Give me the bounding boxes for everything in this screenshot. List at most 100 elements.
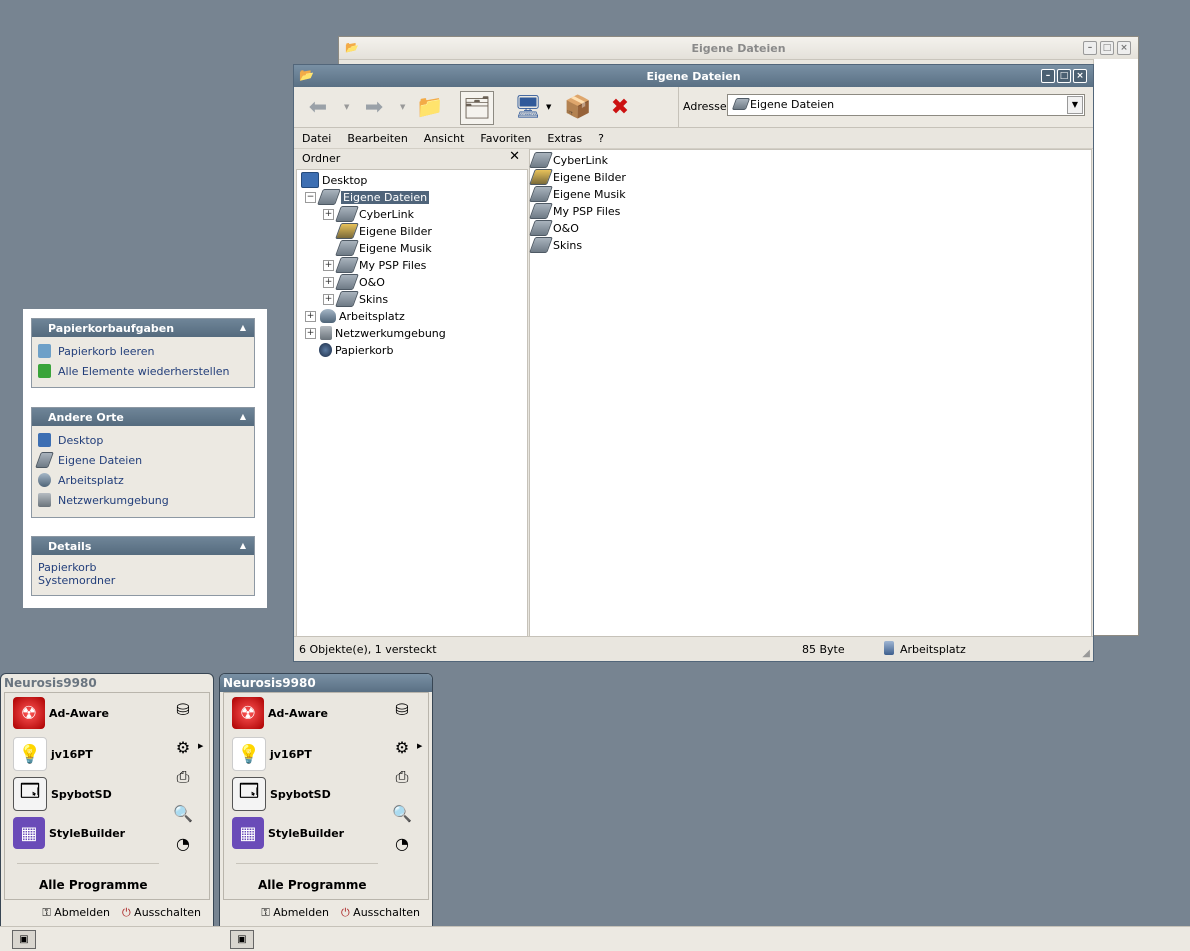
forward-arrow-icon[interactable]: ➡ bbox=[358, 91, 390, 123]
program-spybotsd[interactable]: 🗔 SpybotSD bbox=[13, 777, 112, 811]
program-stylebuilder[interactable]: ▦ StyleBuilder bbox=[232, 817, 344, 849]
expand-icon[interactable]: + bbox=[305, 327, 316, 339]
collapse-icon[interactable]: − bbox=[305, 191, 316, 203]
tree-node-oo[interactable]: + O&O bbox=[323, 274, 385, 290]
control-panel-icon[interactable]: ⚙ bbox=[171, 735, 195, 759]
address-field[interactable]: Eigene Dateien ▼ bbox=[727, 94, 1085, 116]
section-header[interactable]: Andere Orte ▲ bbox=[32, 408, 254, 426]
close-button[interactable]: × bbox=[1073, 69, 1087, 83]
maximize-button[interactable]: □ bbox=[1057, 69, 1071, 83]
details-type: Systemordner bbox=[38, 574, 116, 587]
background-window-titlebar[interactable]: 📂 Eigene Dateien – □ × bbox=[339, 37, 1138, 60]
address-dropdown-button[interactable]: ▼ bbox=[1067, 96, 1083, 114]
control-panel-icon[interactable]: ⚙ bbox=[390, 735, 414, 759]
start-button[interactable]: ▣ bbox=[12, 930, 36, 949]
tree-node-skins[interactable]: + Skins bbox=[323, 291, 388, 307]
status-location: Arbeitsplatz bbox=[900, 643, 966, 656]
tree-node-desktop[interactable]: Desktop bbox=[301, 172, 367, 188]
tree-node-cyberlink[interactable]: + CyberLink bbox=[323, 206, 414, 222]
program-ad-aware[interactable]: ☢ Ad-Aware bbox=[232, 697, 328, 729]
tree-node-my-computer[interactable]: + Arbeitsplatz bbox=[305, 308, 405, 324]
expand-icon[interactable]: + bbox=[323, 276, 334, 288]
menu-datei[interactable]: Datei bbox=[294, 132, 339, 145]
back-arrow-icon[interactable]: ⬅ bbox=[302, 91, 334, 123]
move-to-folder-icon[interactable]: 📦 bbox=[562, 91, 594, 123]
delete-icon[interactable]: ✖ bbox=[604, 91, 636, 123]
file-item-my-psp-files[interactable]: My PSP Files bbox=[529, 203, 620, 219]
run-icon[interactable]: ◔ bbox=[390, 831, 414, 855]
start-button[interactable]: ▣ bbox=[230, 930, 254, 949]
divider bbox=[17, 863, 159, 864]
printers-icon[interactable]: ⎙ bbox=[390, 765, 414, 789]
my-computer-icon[interactable]: ⛁ bbox=[171, 697, 195, 721]
stylebuilder-icon: ▦ bbox=[13, 817, 45, 849]
view-mode-icon[interactable]: 🖥 bbox=[512, 91, 544, 123]
task-restore-all[interactable]: Alle Elemente wiederherstellen bbox=[32, 361, 254, 381]
file-item-oo[interactable]: O&O bbox=[529, 220, 579, 236]
place-my-computer[interactable]: Arbeitsplatz bbox=[32, 470, 254, 490]
tree-node-recycle-bin[interactable]: Papierkorb bbox=[319, 342, 393, 358]
minimize-button[interactable]: – bbox=[1083, 41, 1097, 55]
maximize-button[interactable]: □ bbox=[1100, 41, 1114, 55]
file-item-my-music[interactable]: Eigene Musik bbox=[529, 186, 626, 202]
forward-dropdown-icon[interactable]: ▼ bbox=[400, 103, 405, 111]
tree-node-my-pictures[interactable]: Eigene Bilder bbox=[335, 223, 432, 239]
status-size: 85 Byte bbox=[802, 643, 845, 656]
collapse-arrow-icon[interactable]: ▲ bbox=[240, 541, 246, 550]
tree-node-network[interactable]: + Netzwerkumgebung bbox=[305, 325, 446, 341]
program-spybotsd[interactable]: 🗔 SpybotSD bbox=[232, 777, 331, 811]
task-empty-recycle-bin[interactable]: Papierkorb leeren bbox=[32, 341, 254, 361]
explorer-titlebar[interactable]: 📂 Eigene Dateien – □ × bbox=[294, 65, 1093, 87]
menu-extras[interactable]: Extras bbox=[539, 132, 590, 145]
collapse-arrow-icon[interactable]: ▲ bbox=[240, 412, 246, 421]
explorer-window[interactable]: 📂 Eigene Dateien – □ × ⬅ ▼ ➡ ▼ 📁 🗂 🖥 ▼ 📦… bbox=[293, 64, 1094, 662]
file-list[interactable]: CyberLink Eigene Bilder Eigene Musik My … bbox=[529, 149, 1092, 637]
file-item-cyberlink[interactable]: CyberLink bbox=[529, 152, 608, 168]
network-icon bbox=[320, 326, 332, 340]
expand-icon[interactable]: + bbox=[323, 208, 334, 220]
collapse-arrow-icon[interactable]: ▲ bbox=[240, 323, 246, 332]
place-my-documents[interactable]: Eigene Dateien bbox=[32, 450, 254, 470]
run-icon[interactable]: ◔ bbox=[171, 831, 195, 855]
folder-up-icon[interactable]: 📁 bbox=[414, 91, 446, 123]
logoff-button[interactable]: ⚿ Abmelden bbox=[261, 906, 329, 920]
back-dropdown-icon[interactable]: ▼ bbox=[344, 103, 349, 111]
logoff-button[interactable]: ⚿ Abmelden bbox=[42, 906, 110, 920]
my-computer-icon[interactable]: ⛁ bbox=[390, 697, 414, 721]
search-icon[interactable]: 🔍 bbox=[390, 801, 414, 825]
menu-ansicht[interactable]: Ansicht bbox=[416, 132, 473, 145]
shutdown-button[interactable]: ⏻ Ausschalten bbox=[122, 906, 201, 920]
program-stylebuilder[interactable]: ▦ StyleBuilder bbox=[13, 817, 125, 849]
program-ad-aware[interactable]: ☢ Ad-Aware bbox=[13, 697, 109, 729]
tree-node-my-psp-files[interactable]: + My PSP Files bbox=[323, 257, 426, 273]
close-button[interactable]: × bbox=[1117, 41, 1131, 55]
start-icon: ▣ bbox=[19, 934, 29, 945]
section-header[interactable]: Details ▲ bbox=[32, 537, 254, 555]
file-item-skins[interactable]: Skins bbox=[529, 237, 582, 253]
program-jv16pt[interactable]: 💡 jv16PT bbox=[13, 737, 93, 771]
tree-node-my-music[interactable]: Eigene Musik bbox=[335, 240, 432, 256]
expand-icon[interactable]: + bbox=[323, 259, 334, 271]
resize-grip-icon[interactable]: ◢ bbox=[1082, 648, 1090, 659]
close-icon[interactable]: ✕ bbox=[509, 149, 520, 164]
shutdown-button[interactable]: ⏻ Ausschalten bbox=[341, 906, 420, 920]
printers-icon[interactable]: ⎙ bbox=[171, 765, 195, 789]
search-icon[interactable]: 🔍 bbox=[171, 801, 195, 825]
menu-favoriten[interactable]: Favoriten bbox=[472, 132, 539, 145]
expand-icon[interactable]: + bbox=[305, 310, 316, 322]
program-jv16pt[interactable]: 💡 jv16PT bbox=[232, 737, 312, 771]
all-programs-button[interactable]: Alle Programme bbox=[258, 878, 367, 892]
menu-help[interactable]: ? bbox=[590, 132, 612, 145]
menu-bearbeiten[interactable]: Bearbeiten bbox=[339, 132, 415, 145]
place-network[interactable]: Netzwerkumgebung bbox=[32, 490, 254, 510]
tree-node-my-documents[interactable]: − Eigene Dateien bbox=[305, 189, 430, 205]
folders-toggle-icon[interactable]: 🗂 bbox=[460, 91, 494, 125]
minimize-button[interactable]: – bbox=[1041, 69, 1055, 83]
file-item-my-pictures[interactable]: Eigene Bilder bbox=[529, 169, 626, 185]
section-header[interactable]: Papierkorbaufgaben ▲ bbox=[32, 319, 254, 337]
expand-icon[interactable]: + bbox=[323, 293, 334, 305]
all-programs-button[interactable]: Alle Programme bbox=[39, 878, 148, 892]
place-desktop[interactable]: Desktop bbox=[32, 430, 254, 450]
view-dropdown-icon[interactable]: ▼ bbox=[546, 103, 551, 111]
folder-tree[interactable]: Desktop − Eigene Dateien + CyberLink Eig… bbox=[296, 169, 528, 637]
